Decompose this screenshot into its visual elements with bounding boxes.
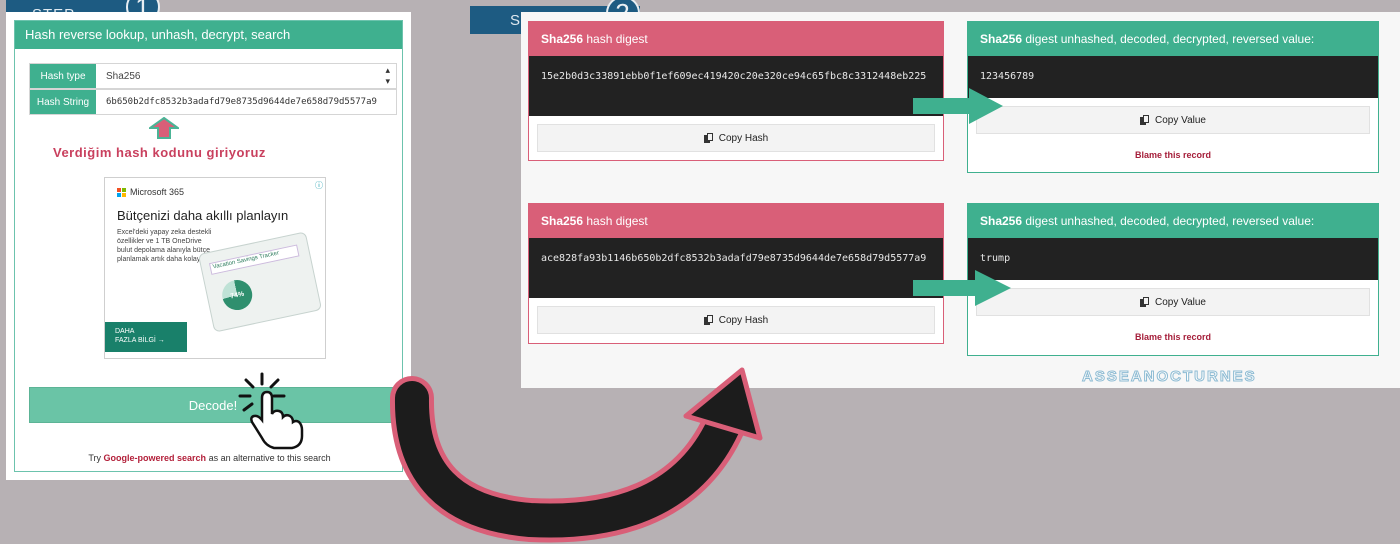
lookup-header: Hash reverse lookup, unhash, decrypt, se… (15, 21, 402, 49)
advertisement[interactable]: ⓘ Microsoft 365 Bütçenizi daha akıllı pl… (104, 177, 326, 359)
hash-type-value: Sha256 (106, 70, 141, 82)
copy-hash-button[interactable]: Copy Hash (537, 306, 935, 334)
hash-string-row: Hash String 6b650b2dfc8532b3adafd79e8735… (29, 89, 397, 115)
select-caret-icon: ▴ ▾ (385, 65, 390, 86)
hash-type-label: Hash type (30, 64, 96, 88)
google-search-link[interactable]: Google-powered search (104, 453, 207, 463)
decode-button[interactable]: Decode! (29, 387, 397, 423)
copy-hash-label: Copy Hash (718, 132, 769, 144)
copy-value-button[interactable]: Copy Value (976, 288, 1370, 316)
value-card-title: Sha256 digest unhashed, decoded, decrypt… (968, 204, 1378, 238)
value-card: Sha256 digest unhashed, decoded, decrypt… (967, 21, 1379, 173)
value-card: Sha256 digest unhashed, decoded, decrypt… (967, 203, 1379, 356)
blame-record-link[interactable]: Blame this record (968, 150, 1378, 160)
digest-title-text: hash digest (586, 214, 648, 228)
microsoft-logo-icon (117, 187, 126, 197)
digest-card-title: Sha256 hash digest (529, 204, 943, 238)
value-title-text: digest unhashed, decoded, decrypted, rev… (1025, 214, 1315, 228)
copy-icon (703, 133, 713, 143)
ad-cta-line1: DAHA (115, 328, 135, 335)
ad-device-pie: 74% (219, 277, 256, 313)
copy-value-label: Copy Value (1155, 114, 1206, 126)
alternative-search-text: Try Google-powered search as an alternat… (15, 453, 404, 463)
copy-hash-button[interactable]: Copy Hash (537, 124, 935, 152)
digest-card: Sha256 hash digest 15e2b0d3c33891ebb0f1e… (528, 21, 944, 161)
value-title-text: digest unhashed, decoded, decrypted, rev… (1025, 32, 1315, 46)
hash-type-select[interactable]: Sha256 ▴ ▾ (96, 64, 396, 88)
ad-cta-line2: FAZLA BİLGİ → (115, 337, 165, 344)
lookup-panel: Hash reverse lookup, unhash, decrypt, se… (6, 12, 411, 480)
ad-device-image: Vacation Savings Tracker 74% (197, 231, 323, 333)
hash-string-value: 6b650b2dfc8532b3adafd79e8735d9644de7e658… (106, 97, 377, 107)
ad-device-caption: Vacation Savings Tracker (208, 244, 300, 275)
digest-card: Sha256 hash digest ace828fa93b1146b650b2… (528, 203, 944, 344)
hash-string-input[interactable]: 6b650b2dfc8532b3adafd79e8735d9644de7e658… (96, 90, 396, 114)
copy-hash-label: Copy Hash (718, 314, 769, 326)
digest-card-title: Sha256 hash digest (529, 22, 943, 56)
right-arrow-icon (913, 270, 1011, 306)
hash-string-label: Hash String (30, 90, 96, 114)
copy-value-button[interactable]: Copy Value (976, 106, 1370, 134)
blame-record-link[interactable]: Blame this record (968, 332, 1378, 342)
up-arrow-icon (149, 117, 179, 139)
reversed-value: 123456789 (968, 56, 1378, 98)
value-card-title: Sha256 digest unhashed, decoded, decrypt… (968, 22, 1378, 56)
ad-brand-text: Microsoft 365 (130, 187, 185, 197)
ad-cta-button[interactable]: DAHA FAZLA BİLGİ → (105, 322, 187, 352)
alt-text-pre: Try (88, 453, 102, 463)
hash-type-row: Hash type Sha256 ▴ ▾ (29, 63, 397, 89)
right-arrow-icon (913, 88, 1003, 124)
digest-title-algo: Sha256 (541, 214, 584, 228)
copy-icon (1140, 115, 1150, 125)
pointer-hand-icon (238, 372, 304, 450)
copy-icon (1140, 297, 1150, 307)
results-panel: Sha256 hash digest 15e2b0d3c33891ebb0f1e… (521, 12, 1400, 388)
lookup-form: Hash reverse lookup, unhash, decrypt, se… (14, 20, 403, 472)
value-title-algo: Sha256 (980, 214, 1023, 228)
value-title-algo: Sha256 (980, 32, 1023, 46)
digest-title-text: hash digest (586, 32, 648, 46)
curved-arrow-icon (390, 367, 763, 543)
reversed-value: trump (968, 238, 1378, 280)
ad-brand: Microsoft 365 (117, 187, 184, 197)
copy-icon (703, 315, 713, 325)
info-icon[interactable]: ⓘ (315, 180, 323, 191)
digest-value: ace828fa93b1146b650b2dfc8532b3adafd79e87… (529, 238, 943, 298)
ad-device-percent: 74% (229, 290, 245, 300)
input-annotation: Verdiğim hash kodunu giriyoruz (53, 145, 266, 160)
copy-value-label: Copy Value (1155, 296, 1206, 308)
digest-value: 15e2b0d3c33891ebb0f1ef609ec419420c20e320… (529, 56, 943, 116)
alt-text-post: as an alternative to this search (208, 453, 331, 463)
watermark: ASSEANOCTURNES (1082, 368, 1257, 386)
digest-title-algo: Sha256 (541, 32, 584, 46)
ad-title: Bütçenizi daha akıllı planlayın (117, 208, 289, 223)
